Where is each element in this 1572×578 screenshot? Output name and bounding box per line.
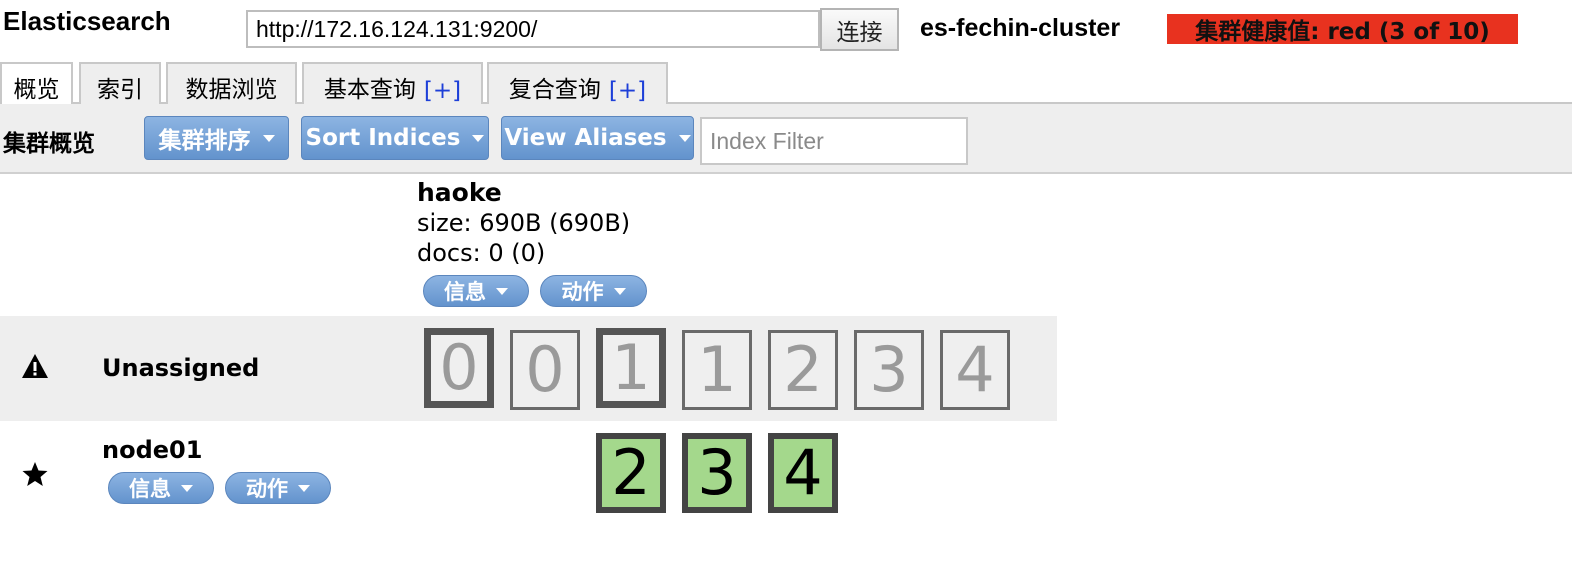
dropdown-label: View Aliases [504,125,667,151]
node-action-button[interactable]: 动作 [225,472,331,504]
app-title: Elasticsearch [3,6,171,36]
sort-cluster-dropdown[interactable]: 集群排序 [144,116,289,160]
caret-down-icon [262,134,275,142]
tab-label: 索引 [97,77,143,103]
node-shard[interactable]: 3 [682,433,752,513]
star-icon [21,460,49,495]
button-label: 动作 [561,280,604,304]
unassigned-shard[interactable]: 1 [596,328,666,408]
tab-overview[interactable]: 概览 [0,62,73,106]
tab-indices[interactable]: 索引 [79,62,161,104]
tab-plus: [+] [423,78,462,104]
tab-plus: [+] [608,78,647,104]
unassigned-shard[interactable]: 4 [940,330,1010,410]
node-name: node01 [102,436,203,464]
unassigned-shard[interactable]: 2 [768,330,838,410]
node-info-button[interactable]: 信息 [108,472,214,504]
caret-down-icon [298,484,310,492]
index-filter-input[interactable] [700,117,968,165]
unassigned-label: Unassigned [102,354,260,382]
node-shard[interactable]: 4 [768,433,838,513]
connect-button[interactable]: 连接 [820,8,899,51]
tab-label: 复合查询 [508,77,601,103]
button-label: 信息 [444,280,486,304]
url-input[interactable] [246,10,820,48]
tab-basic-query[interactable]: 基本查询 [+] [302,62,483,104]
index-docs: docs: 0 (0) [417,239,546,267]
caret-down-icon [472,134,485,142]
index-size: size: 690B (690B) [417,209,631,237]
overview-toolbar: 集群概览 集群排序 Sort Indices View Aliases [0,104,1572,174]
tab-data-browser[interactable]: 数据浏览 [166,62,297,104]
view-aliases-dropdown[interactable]: View Aliases [501,116,694,160]
button-label: 动作 [246,477,288,501]
header: Elasticsearch 连接 es-fechin-cluster 集群健康值… [0,0,1572,58]
unassigned-shard[interactable]: 0 [424,328,494,408]
unassigned-shard[interactable]: 1 [682,330,752,410]
cluster-health-badge: 集群健康值: red (3 of 10) [1167,14,1518,45]
index-action-button[interactable]: 动作 [540,275,647,307]
tab-label: 基本查询 [323,77,416,103]
caret-down-icon [181,484,193,492]
caret-down-icon [613,287,626,295]
tab-label: 数据浏览 [185,77,278,103]
dropdown-label: Sort Indices [305,125,461,151]
caret-down-icon [496,287,508,295]
toolbar-title: 集群概览 [3,131,95,157]
button-label: 信息 [129,477,171,501]
unassigned-shard[interactable]: 0 [510,330,580,410]
index-info-button[interactable]: 信息 [423,275,529,307]
warning-icon [21,352,49,387]
node-shard[interactable]: 2 [596,433,666,513]
tab-label: 概览 [13,77,60,103]
dropdown-label: 集群排序 [158,128,251,154]
tab-compound-query[interactable]: 复合查询 [+] [487,62,668,104]
tab-bar: 概览 索引 数据浏览 基本查询 [+] 复合查询 [+] [0,60,1572,106]
index-name: haoke [417,178,502,207]
unassigned-shard[interactable]: 3 [854,330,924,410]
sort-indices-dropdown[interactable]: Sort Indices [301,116,489,160]
cluster-name: es-fechin-cluster [920,14,1121,42]
caret-down-icon [678,134,691,142]
